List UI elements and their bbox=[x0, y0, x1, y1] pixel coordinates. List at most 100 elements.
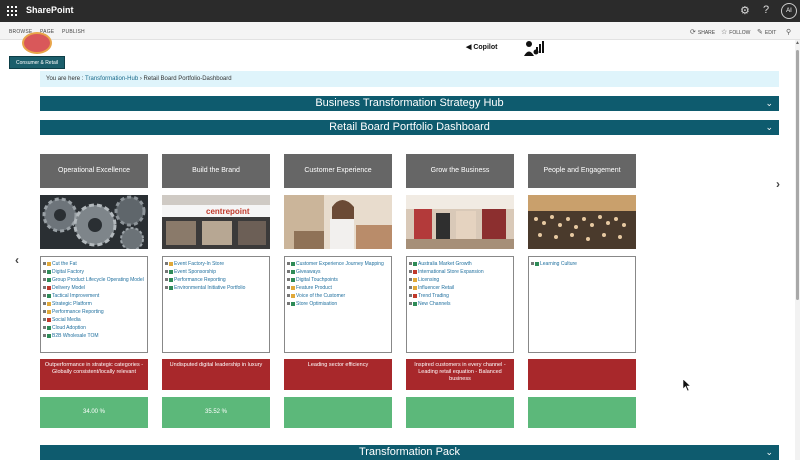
project-item[interactable]: Cut the Fat bbox=[43, 260, 145, 268]
project-item[interactable]: Social Media bbox=[43, 316, 145, 324]
bullet-icon bbox=[165, 286, 168, 289]
project-item[interactable]: Performance Reporting bbox=[43, 308, 145, 316]
bullet-icon bbox=[43, 286, 46, 289]
project-item[interactable]: Trend Trading bbox=[409, 292, 511, 300]
project-list-people-and-engagement: Learning Culture bbox=[528, 256, 636, 353]
chevron-down-icon[interactable]: ⌄ bbox=[765, 445, 773, 460]
bullet-icon bbox=[43, 262, 46, 265]
ribbon-tab-publish[interactable]: PUBLISH bbox=[62, 29, 85, 35]
status-square-icon bbox=[291, 270, 295, 274]
status-square-icon bbox=[47, 318, 51, 322]
column-header-grow-the-business[interactable]: Grow the Business bbox=[406, 154, 514, 188]
project-item-label: Group Product Lifecycle Operating Model bbox=[52, 277, 144, 283]
project-item[interactable]: Digital Factory bbox=[43, 268, 145, 276]
project-item-label: Learning Culture bbox=[540, 261, 577, 267]
pencil-icon: ✎ bbox=[757, 29, 763, 36]
project-item[interactable]: Group Product Lifecycle Operating Model bbox=[43, 276, 145, 284]
breadcrumb-link-hub[interactable]: Transformation-Hub bbox=[85, 76, 138, 82]
vertical-scrollbar[interactable]: ▲ bbox=[795, 40, 800, 460]
carousel-next-icon[interactable]: › bbox=[776, 177, 780, 191]
project-item[interactable]: B2B Wholesale TOM bbox=[43, 332, 145, 340]
project-item[interactable]: New Channels bbox=[409, 300, 511, 308]
project-item[interactable]: Digital Touchpoints bbox=[287, 276, 389, 284]
project-item[interactable]: Influencer Retail bbox=[409, 284, 511, 292]
project-item-label: Store Optimisation bbox=[296, 301, 338, 307]
status-square-icon bbox=[413, 270, 417, 274]
project-item[interactable]: Event Sponsorship bbox=[165, 268, 267, 276]
team-chart-icon[interactable] bbox=[522, 38, 546, 58]
project-item-label: Performance Reporting bbox=[52, 309, 104, 315]
bullet-icon bbox=[531, 262, 534, 265]
project-item-label: Cloud Adoption bbox=[52, 325, 86, 331]
breadcrumb: You are here : Transformation-Hub › Reta… bbox=[40, 71, 779, 87]
project-item[interactable]: Store Optimisation bbox=[287, 300, 389, 308]
status-square-icon bbox=[413, 262, 417, 266]
progress-grow-the-business bbox=[406, 397, 514, 428]
bullet-icon bbox=[165, 278, 168, 281]
chevron-down-icon[interactable]: ⌄ bbox=[765, 96, 773, 111]
project-item[interactable]: Cloud Adoption bbox=[43, 324, 145, 332]
project-item[interactable]: Environmental Initiative Portfolio bbox=[165, 284, 267, 292]
bullet-icon bbox=[43, 278, 46, 281]
logo-emblem bbox=[22, 32, 52, 54]
project-item-label: Customer Experience Journey Mapping bbox=[296, 261, 384, 267]
project-item[interactable]: Customer Experience Journey Mapping bbox=[287, 260, 389, 268]
copilot-button[interactable]: ◀ Copilot bbox=[466, 43, 497, 51]
section-pack-bar[interactable]: Transformation Pack ⌄ bbox=[40, 445, 779, 460]
pin-icon[interactable]: ⚲ bbox=[786, 28, 793, 36]
edit-button[interactable]: ✎ EDIT bbox=[757, 28, 776, 36]
breadcrumb-separator: › bbox=[139, 76, 142, 82]
share-button[interactable]: ⟳ SHARE bbox=[690, 28, 715, 36]
bullet-icon bbox=[409, 294, 412, 297]
project-item[interactable]: Strategic Platform bbox=[43, 300, 145, 308]
share-label: SHARE bbox=[697, 30, 716, 36]
logo-label: Consumer & Retail bbox=[9, 56, 65, 69]
project-item[interactable]: Giveaways bbox=[287, 268, 389, 276]
project-item[interactable]: Delivery Model bbox=[43, 284, 145, 292]
app-launcher-icon[interactable] bbox=[7, 6, 17, 16]
column-header-operational-excellence[interactable]: Operational Excellence bbox=[40, 154, 148, 188]
project-item[interactable]: International Store Expansion bbox=[409, 268, 511, 276]
status-square-icon bbox=[47, 334, 51, 338]
site-logo[interactable]: Consumer & Retail bbox=[9, 32, 65, 70]
project-item[interactable]: Event Factory-In Store bbox=[165, 260, 267, 268]
project-item[interactable]: Voice of the Customer bbox=[287, 292, 389, 300]
user-avatar[interactable]: AI bbox=[781, 3, 797, 19]
help-icon[interactable]: ? bbox=[763, 4, 769, 16]
carousel-prev-icon[interactable]: ‹ bbox=[15, 253, 19, 267]
section-hub-bar[interactable]: Business Transformation Strategy Hub ⌄ bbox=[40, 96, 779, 111]
progress-customer-experience bbox=[284, 397, 392, 428]
project-item[interactable]: Performance Reporting bbox=[165, 276, 267, 284]
bullet-icon bbox=[409, 302, 412, 305]
project-item-label: Australia Market Growth bbox=[418, 261, 472, 267]
bullet-icon bbox=[43, 302, 46, 305]
follow-button[interactable]: ☆ FOLLOW bbox=[721, 28, 750, 36]
column-header-customer-experience[interactable]: Customer Experience bbox=[284, 154, 392, 188]
project-item[interactable]: Learning Culture bbox=[531, 260, 633, 268]
column-header-people-and-engagement[interactable]: People and Engagement bbox=[528, 154, 636, 188]
section-dashboard-bar[interactable]: Retail Board Portfolio Dashboard ⌄ bbox=[40, 120, 779, 135]
scrollbar-thumb[interactable] bbox=[796, 50, 799, 300]
status-square-icon bbox=[47, 278, 51, 282]
chevron-down-icon[interactable]: ⌄ bbox=[765, 120, 773, 135]
outcome-build-the-brand: Undisputed digital leadership in luxury bbox=[162, 359, 270, 390]
project-item[interactable]: Feature Product bbox=[287, 284, 389, 292]
column-header-build-the-brand[interactable]: Build the Brand bbox=[162, 154, 270, 188]
copilot-label: Copilot bbox=[473, 44, 498, 51]
bullet-icon bbox=[287, 270, 290, 273]
scroll-up-icon[interactable]: ▲ bbox=[795, 40, 800, 46]
bullet-icon bbox=[43, 294, 46, 297]
status-square-icon bbox=[47, 326, 51, 330]
settings-gear-icon[interactable]: ⚙ bbox=[740, 4, 750, 17]
bullet-icon bbox=[409, 270, 412, 273]
project-item[interactable]: Licensing bbox=[409, 276, 511, 284]
app-name[interactable]: SharePoint bbox=[26, 5, 74, 15]
suite-bar: SharePoint ⚙ ? AI bbox=[0, 0, 800, 22]
project-item[interactable]: Tactical Improvement bbox=[43, 292, 145, 300]
status-square-icon bbox=[291, 302, 295, 306]
status-square-icon bbox=[291, 278, 295, 282]
project-item-label: Trend Trading bbox=[418, 293, 449, 299]
status-square-icon bbox=[169, 270, 173, 274]
outcome-grow-the-business: Inspired customers in every channel - Le… bbox=[406, 359, 514, 390]
project-item[interactable]: Australia Market Growth bbox=[409, 260, 511, 268]
